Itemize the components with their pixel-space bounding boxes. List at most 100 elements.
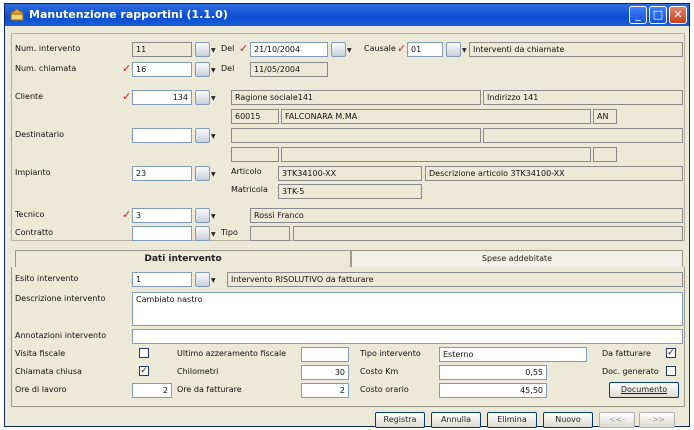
tipo-intervento-select[interactable]: Esterno	[439, 347, 587, 362]
doc-generato-checkbox[interactable]	[666, 366, 676, 376]
del2-date-field: 11/05/2004	[250, 62, 328, 77]
matricola-field: 3TK-5	[278, 184, 422, 199]
nuovo-button[interactable]: Nuovo	[543, 412, 593, 428]
search-icon	[446, 42, 461, 57]
title-bar[interactable]: Manutenzione rapportini (1.1.0)	[5, 4, 689, 26]
costo-orario-label: Costo orario	[360, 385, 409, 394]
search-icon	[195, 42, 210, 57]
dropdown-arrow-icon: ▼	[211, 133, 216, 140]
contratto-label: Contratto	[15, 228, 54, 237]
impianto-code-field[interactable]: 23	[132, 166, 192, 181]
close-button[interactable]: ✕	[669, 6, 687, 24]
descrizione-label: Descrizione intervento	[15, 294, 106, 303]
maximize-button[interactable]: □	[649, 6, 667, 24]
del-date-lookup[interactable]: ▼	[331, 42, 353, 57]
articolo-field: 3TK34100-XX	[278, 166, 422, 181]
da-fatturare-checkbox[interactable]: ✓	[666, 348, 676, 358]
costo-orario-field[interactable]: 45,50	[439, 383, 547, 398]
tecnico-label: Tecnico	[15, 210, 45, 219]
tecnico-lookup[interactable]: ▼	[195, 208, 217, 223]
impianto-label: Impianto	[15, 168, 51, 177]
del-label: Del	[221, 44, 235, 53]
chilometri-label: Chilometri	[177, 367, 219, 376]
destinatario-cap	[231, 147, 279, 162]
annulla-button[interactable]: Annulla	[431, 412, 481, 428]
dropdown-arrow-icon: ▼	[462, 47, 467, 54]
contratto-tipo-code	[250, 226, 290, 241]
dropdown-arrow-icon: ▼	[347, 47, 352, 54]
descrizione-textarea[interactable]: Cambiato nastro	[132, 292, 683, 326]
documento-button[interactable]: Documento	[609, 382, 679, 398]
cliente-code-field[interactable]: 134	[132, 90, 192, 105]
cliente-citta: FALCONARA M.MA	[281, 109, 591, 124]
cliente-label: Cliente	[15, 92, 44, 101]
search-icon	[331, 42, 346, 57]
ultimo-azzeramento-field[interactable]	[301, 347, 349, 362]
annotazioni-field[interactable]	[132, 329, 683, 344]
ore-fatturare-field[interactable]: 2	[301, 383, 349, 398]
contratto-lookup[interactable]: ▼	[195, 226, 217, 241]
chilometri-field[interactable]: 30	[301, 365, 349, 380]
causale-code-field[interactable]: 01	[407, 42, 443, 57]
costo-km-label: Costo Km	[360, 367, 399, 376]
num-intervento-lookup[interactable]: ▼	[195, 42, 217, 57]
dropdown-arrow-icon: ▼	[211, 67, 216, 74]
costo-km-field[interactable]: 0,55	[439, 365, 547, 380]
tecnico-code-field[interactable]: 3	[132, 208, 192, 223]
dropdown-arrow-icon: ▼	[211, 231, 216, 238]
chiamata-chiusa-checkbox[interactable]: ✓	[139, 366, 149, 376]
dropdown-arrow-icon: ▼	[211, 277, 216, 284]
search-icon	[195, 208, 210, 223]
contratto-code-field[interactable]	[132, 226, 192, 241]
search-icon	[195, 166, 210, 181]
search-icon	[195, 272, 210, 287]
destinatario-lookup[interactable]: ▼	[195, 128, 217, 143]
search-icon	[195, 226, 210, 241]
destinatario-city	[281, 147, 591, 162]
previous-button[interactable]: <<-	[599, 412, 635, 428]
search-icon	[195, 62, 210, 77]
cliente-ragione-sociale: Ragione sociale141	[231, 90, 481, 105]
impianto-lookup[interactable]: ▼	[195, 166, 217, 181]
dropdown-arrow-icon: ▼	[211, 47, 216, 54]
del-date-field[interactable]: 21/10/2004	[250, 42, 328, 57]
next-button[interactable]: ->>	[639, 412, 675, 428]
required-check-icon: ✓	[239, 42, 249, 55]
causale-lookup[interactable]: ▼	[446, 42, 468, 57]
matricola-label: Matricola	[231, 185, 268, 194]
num-chiamata-lookup[interactable]: ▼	[195, 62, 217, 77]
ore-lavoro-field[interactable]: 2	[132, 383, 172, 398]
articolo-descrizione: Descrizione articolo 3TK34100-XX	[425, 166, 683, 181]
tab-dati-intervento[interactable]: Dati intervento	[15, 250, 351, 267]
elimina-button[interactable]: Elimina	[487, 412, 537, 428]
minimize-button[interactable]: _	[629, 6, 647, 24]
cliente-provincia: AN	[593, 109, 617, 124]
cliente-cap: 60015	[231, 109, 279, 124]
num-chiamata-field[interactable]: 16	[132, 62, 192, 77]
destinatario-code-field[interactable]	[132, 128, 192, 143]
destinatario-address	[483, 128, 683, 143]
esito-lookup[interactable]: ▼	[195, 272, 217, 287]
dropdown-arrow-icon: ▼	[211, 213, 216, 220]
dropdown-arrow-icon: ▼	[211, 171, 216, 178]
tab-spese-addebitate[interactable]: Spese addebitate	[351, 250, 683, 267]
app-icon	[10, 8, 24, 21]
dropdown-arrow-icon: ▼	[211, 95, 216, 102]
search-icon	[195, 90, 210, 105]
esito-description: Intervento RISOLUTIVO da fatturare	[227, 272, 683, 287]
cliente-indirizzo: Indirizzo 141	[483, 90, 683, 105]
visita-fiscale-label: Visita fiscale	[15, 349, 66, 358]
required-check-icon: ✓	[397, 42, 407, 55]
articolo-label: Articolo	[231, 167, 262, 176]
required-check-icon: ✓	[122, 62, 132, 75]
cliente-lookup[interactable]: ▼	[195, 90, 217, 105]
esito-code-field[interactable]: 1	[132, 272, 192, 287]
annotazioni-label: Annotazioni intervento	[15, 331, 107, 340]
doc-generato-label: Doc. generato	[602, 367, 659, 376]
tipo-label: Tipo	[221, 228, 238, 237]
num-intervento-field: 11	[132, 42, 192, 57]
registra-button[interactable]: Registra	[375, 412, 425, 428]
destinatario-name	[231, 128, 481, 143]
visita-fiscale-checkbox[interactable]	[139, 348, 149, 358]
esito-label: Esito intervento	[15, 274, 79, 283]
